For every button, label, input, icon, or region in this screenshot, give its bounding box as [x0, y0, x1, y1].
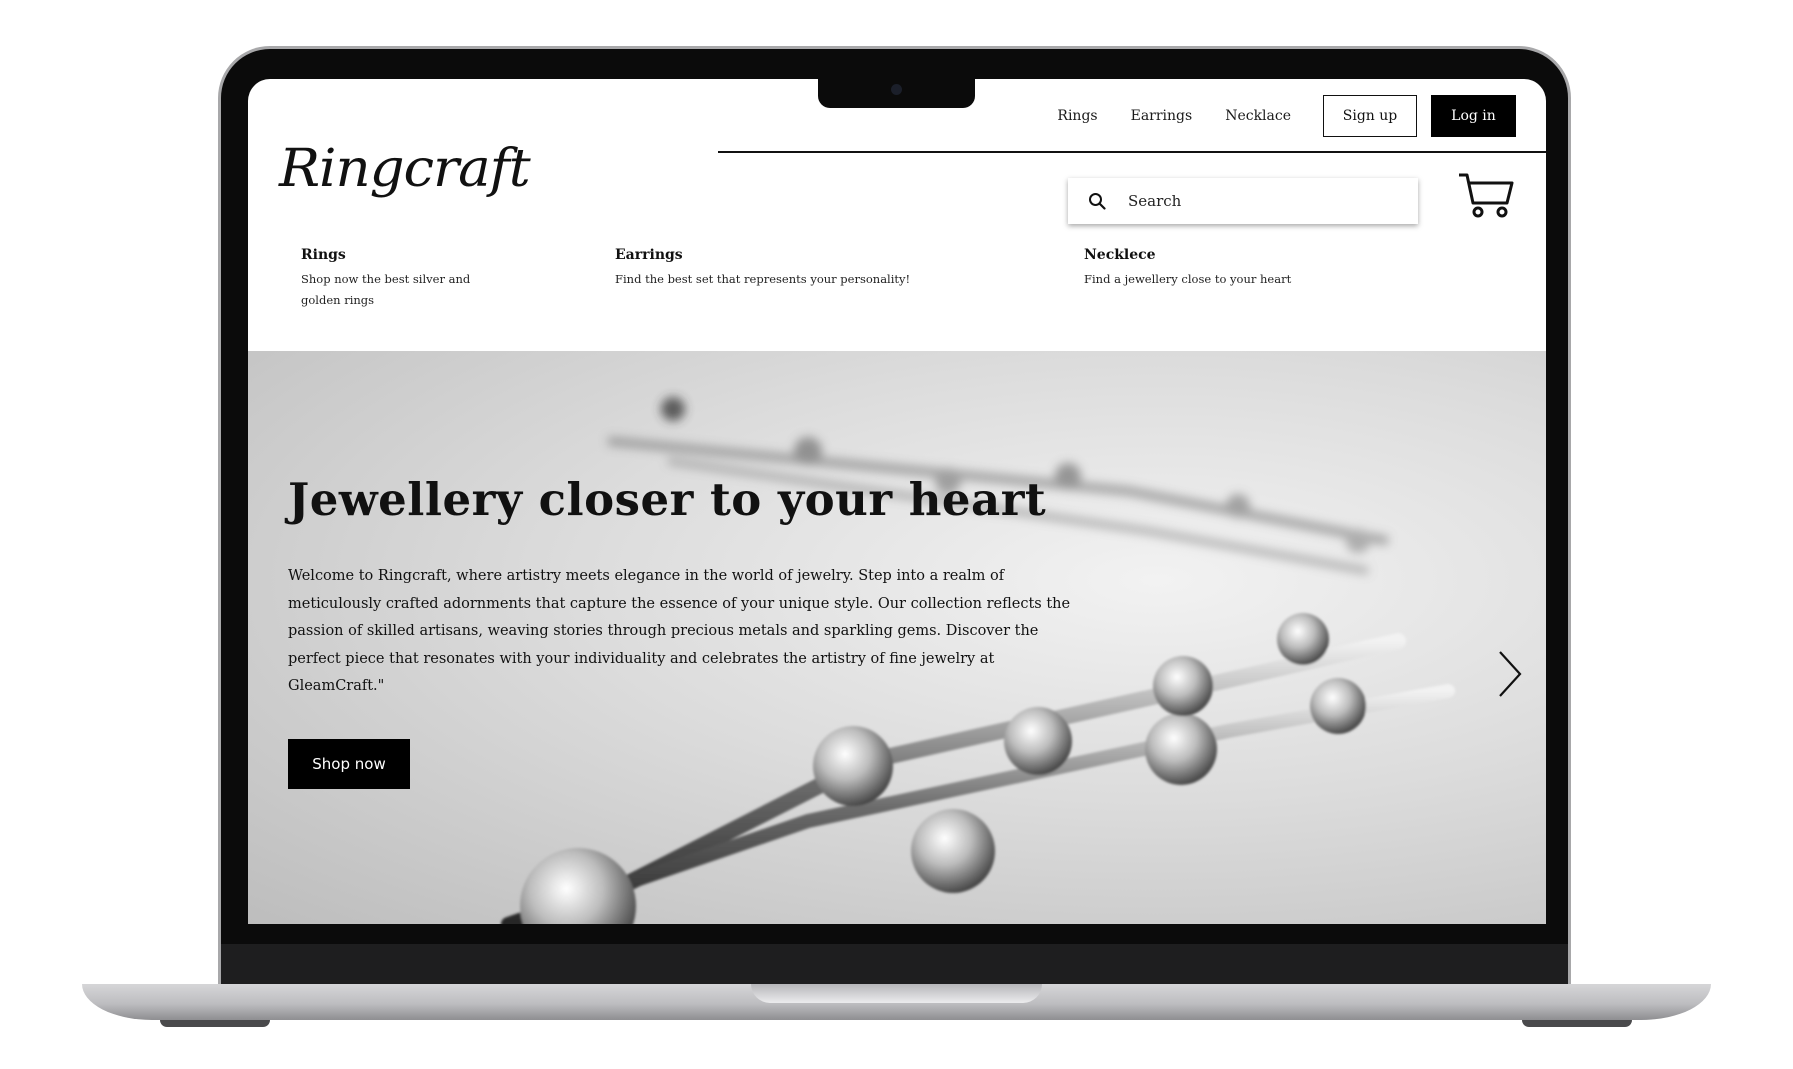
category-rings[interactable]: Rings Shop now the best silver and golde…	[301, 247, 511, 311]
brand-logo[interactable]: Ringcraft	[279, 139, 531, 199]
camera-notch	[818, 78, 975, 108]
search-bar	[1068, 178, 1418, 224]
category-description: Find a jewellery close to your heart	[1084, 272, 1292, 286]
category-title: Necklece	[1084, 247, 1156, 263]
header-divider	[718, 151, 1546, 153]
cart-icon[interactable]	[1457, 171, 1515, 219]
search-icon[interactable]	[1088, 192, 1106, 210]
laptop-foot-right	[1522, 1020, 1632, 1027]
search-input[interactable]	[1126, 191, 1390, 211]
category-title: Earrings	[615, 247, 683, 263]
screen: Ringcraft Rings Earrings Necklace Sign u…	[248, 79, 1546, 924]
shop-now-button[interactable]: Shop now	[288, 739, 410, 789]
category-description: Shop now the best silver and golden ring…	[301, 272, 471, 307]
laptop-foot-left	[160, 1020, 270, 1027]
category-title: Rings	[301, 247, 346, 263]
top-navigation: Rings Earrings Necklace Sign up Log in	[1024, 95, 1516, 137]
hero-title: Jewellery closer to your heart	[288, 473, 1047, 526]
camera-icon	[891, 84, 902, 95]
category-description: Find the best set that represents your p…	[615, 272, 911, 286]
signup-button[interactable]: Sign up	[1323, 95, 1417, 137]
nav-link-rings[interactable]: Rings	[1057, 108, 1097, 124]
laptop-chin	[221, 944, 1568, 986]
category-necklece[interactable]: Necklece Find a jewellery close to your …	[1084, 247, 1344, 290]
laptop-opening-notch	[751, 984, 1042, 1003]
chevron-right-icon[interactable]	[1497, 650, 1523, 698]
category-earrings[interactable]: Earrings Find the best set that represen…	[615, 247, 935, 290]
nav-link-earrings[interactable]: Earrings	[1131, 108, 1193, 124]
nav-link-necklace[interactable]: Necklace	[1225, 108, 1291, 124]
hero-banner: Jewellery closer to your heart Welcome t…	[248, 351, 1546, 924]
login-button[interactable]: Log in	[1431, 95, 1516, 137]
hero-description: Welcome to Ringcraft, where artistry mee…	[288, 568, 1071, 694]
